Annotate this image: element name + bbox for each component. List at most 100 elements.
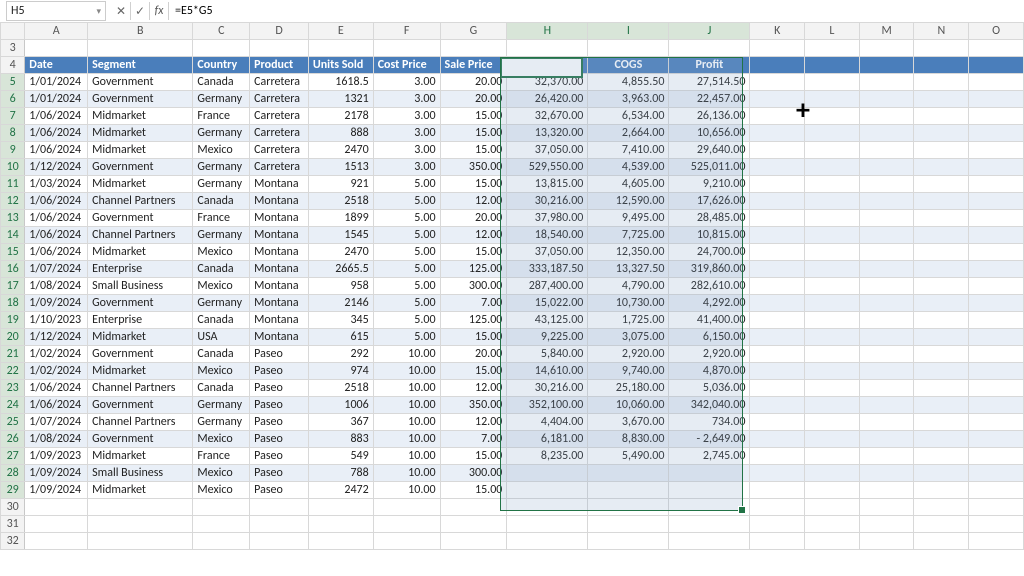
cell[interactable]: [859, 159, 914, 176]
cell[interactable]: [859, 176, 914, 193]
cell[interactable]: 5.00: [373, 210, 440, 227]
cell[interactable]: Mexico: [193, 465, 250, 482]
cell[interactable]: 20.00: [440, 91, 507, 108]
cell[interactable]: [250, 533, 309, 550]
cell[interactable]: [588, 533, 669, 550]
cell[interactable]: [969, 91, 1024, 108]
cell[interactable]: [250, 40, 309, 57]
cell[interactable]: 1545: [308, 227, 373, 244]
cell[interactable]: Germany: [193, 176, 250, 193]
cell[interactable]: 4,539.00: [588, 159, 669, 176]
cell[interactable]: [914, 278, 969, 295]
cell[interactable]: Midmarket: [88, 108, 193, 125]
cell[interactable]: [88, 499, 193, 516]
cell[interactable]: 10.00: [373, 363, 440, 380]
cell[interactable]: 3.00: [373, 125, 440, 142]
cell[interactable]: 15.00: [440, 448, 507, 465]
cell[interactable]: 300.00: [440, 278, 507, 295]
cell[interactable]: [859, 57, 914, 74]
col-header[interactable]: I: [588, 23, 669, 40]
cell[interactable]: [914, 431, 969, 448]
cell[interactable]: Germany: [193, 414, 250, 431]
cell[interactable]: 4,790.00: [588, 278, 669, 295]
cell[interactable]: Carretera: [250, 125, 309, 142]
cell[interactable]: 3.00: [373, 91, 440, 108]
cell[interactable]: 3,963.00: [588, 91, 669, 108]
cell[interactable]: [750, 74, 805, 91]
cell[interactable]: 883: [308, 431, 373, 448]
cell[interactable]: 4,292.00: [669, 295, 750, 312]
cell[interactable]: [805, 295, 860, 312]
cell[interactable]: Montana: [250, 312, 309, 329]
cell[interactable]: [969, 74, 1024, 91]
cell[interactable]: [750, 499, 805, 516]
cell[interactable]: [669, 40, 750, 57]
cell[interactable]: 1/09/2024: [25, 295, 88, 312]
cell[interactable]: 2518: [308, 380, 373, 397]
row-header[interactable]: 10: [1, 159, 25, 176]
row-header[interactable]: 26: [1, 431, 25, 448]
cell[interactable]: Mexico: [193, 363, 250, 380]
cell[interactable]: Midmarket: [88, 329, 193, 346]
cell[interactable]: [750, 295, 805, 312]
cell[interactable]: Country: [193, 57, 250, 74]
cell[interactable]: Midmarket: [88, 244, 193, 261]
cell[interactable]: [914, 346, 969, 363]
cell[interactable]: Canada: [193, 193, 250, 210]
cell[interactable]: 10.00: [373, 431, 440, 448]
cell[interactable]: 2,920.00: [669, 346, 750, 363]
cell[interactable]: 7,410.00: [588, 142, 669, 159]
cell[interactable]: [969, 482, 1024, 499]
cell[interactable]: [373, 499, 440, 516]
cell[interactable]: Units Sold: [308, 57, 373, 74]
cell[interactable]: [805, 363, 860, 380]
cell[interactable]: 1/06/2024: [25, 380, 88, 397]
cell[interactable]: 1/08/2024: [25, 431, 88, 448]
cell[interactable]: [914, 91, 969, 108]
cell[interactable]: Enterprise: [88, 261, 193, 278]
cell[interactable]: [750, 125, 805, 142]
cell[interactable]: Government: [88, 346, 193, 363]
cell[interactable]: [440, 499, 507, 516]
cell[interactable]: 1/06/2024: [25, 142, 88, 159]
cell[interactable]: Montana: [250, 261, 309, 278]
cell[interactable]: 6,181.00: [507, 431, 588, 448]
cell[interactable]: 15.00: [440, 363, 507, 380]
cell[interactable]: [308, 499, 373, 516]
cell[interactable]: [805, 312, 860, 329]
cell[interactable]: 7,725.00: [588, 227, 669, 244]
cell[interactable]: 4,605.00: [588, 176, 669, 193]
cell[interactable]: [805, 108, 860, 125]
cell[interactable]: 20.00: [440, 74, 507, 91]
cell[interactable]: [750, 159, 805, 176]
cell[interactable]: [914, 295, 969, 312]
cell[interactable]: Mexico: [193, 278, 250, 295]
cell[interactable]: [805, 482, 860, 499]
cell[interactable]: 32,370.00: [507, 74, 588, 91]
cell[interactable]: [969, 40, 1024, 57]
cell[interactable]: [969, 448, 1024, 465]
cell[interactable]: [914, 227, 969, 244]
cell[interactable]: 7.00: [440, 431, 507, 448]
cell[interactable]: 1/01/2024: [25, 91, 88, 108]
row-header[interactable]: 12: [1, 193, 25, 210]
cell[interactable]: [669, 516, 750, 533]
cell[interactable]: [969, 108, 1024, 125]
cell[interactable]: 12.00: [440, 380, 507, 397]
cell[interactable]: 367: [308, 414, 373, 431]
cell[interactable]: Channel Partners: [88, 193, 193, 210]
cell[interactable]: [859, 346, 914, 363]
cell[interactable]: 3.00: [373, 74, 440, 91]
cell[interactable]: 287,400.00: [507, 278, 588, 295]
cell[interactable]: Small Business: [88, 465, 193, 482]
cell[interactable]: 734.00: [669, 414, 750, 431]
cell[interactable]: 921: [308, 176, 373, 193]
cell[interactable]: 26,136.00: [669, 108, 750, 125]
cell[interactable]: [193, 533, 250, 550]
cell[interactable]: 13,815.00: [507, 176, 588, 193]
row-header[interactable]: 4: [1, 57, 25, 74]
cell[interactable]: 37,980.00: [507, 210, 588, 227]
col-header[interactable]: D: [250, 23, 309, 40]
cell[interactable]: [88, 40, 193, 57]
cell[interactable]: 292: [308, 346, 373, 363]
